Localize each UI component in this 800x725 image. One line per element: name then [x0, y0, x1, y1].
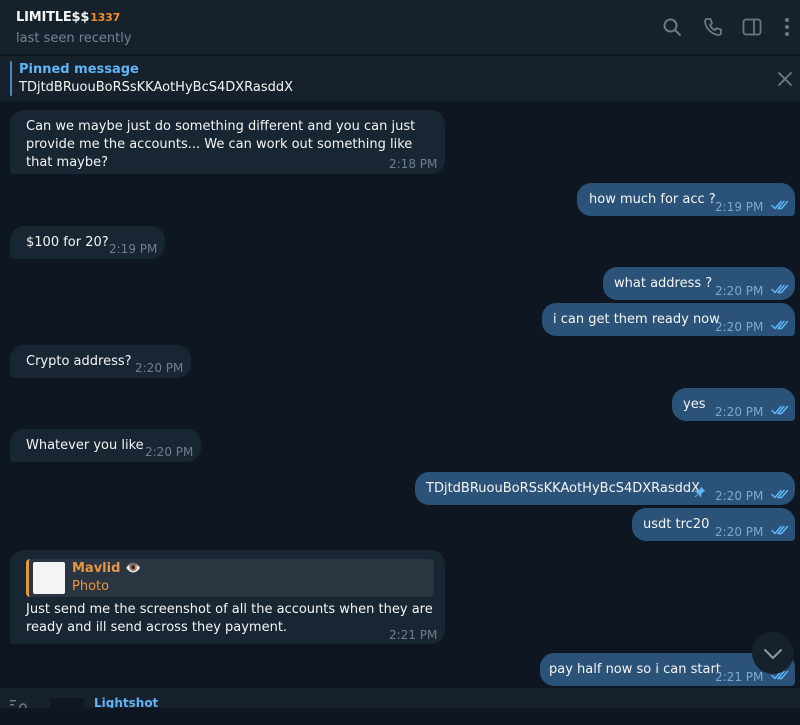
pin-icon [694, 486, 706, 498]
chat-title[interactable]: LIMITLE$$1337 [16, 10, 120, 25]
double-check-icon [771, 405, 789, 415]
message-text: i can get them ready now [553, 312, 720, 327]
double-check-icon [771, 284, 789, 294]
pinned-message-bar[interactable]: Pinned message TDjtdBRuouBoRSsKKAotHyBcS… [0, 56, 800, 102]
message-time: 2:19 PM [715, 200, 764, 214]
preview-thumbnail [50, 698, 84, 708]
call-icon[interactable] [702, 16, 724, 38]
message-time: 2:20 PM [715, 320, 764, 334]
pinned-text: TDjtdBRuouBoRSsKKAotHyBcS4DXRasddX [19, 80, 294, 95]
link-preview-icon[interactable] [10, 698, 32, 708]
message-text: Just send me the screenshot of all the a… [26, 602, 437, 635]
sidebar-icon[interactable] [741, 16, 763, 38]
message-time: 2:21 PM [389, 628, 438, 642]
message-text: yes [683, 397, 706, 412]
pinned-label: Pinned message [19, 62, 139, 77]
outgoing-message[interactable]: how much for acc ? 2:19 PM [577, 183, 795, 216]
message-text: $100 for 20? [26, 235, 109, 250]
outgoing-message[interactable]: TDjtdBRuouBoRSsKKAotHyBcS4DXRasddX 2:20 … [415, 472, 795, 505]
message-time: 2:19 PM [109, 242, 158, 256]
reply-sender-name: Mavlid 👁️ [72, 560, 141, 578]
outgoing-message[interactable]: yes 2:20 PM [672, 388, 795, 421]
chat-title-text: LIMITLE$$ [16, 10, 90, 25]
incoming-message[interactable]: Can we maybe just do something different… [10, 110, 445, 174]
outgoing-message[interactable]: usdt trc20 2:20 PM [632, 508, 795, 541]
more-icon[interactable] [776, 16, 798, 38]
outgoing-message[interactable]: i can get them ready now 2:20 PM [542, 303, 795, 336]
chevron-down-icon [764, 649, 782, 659]
message-time: 2:20 PM [715, 284, 764, 298]
message-time: 2:20 PM [145, 445, 194, 459]
reply-quote[interactable]: Mavlid 👁️ Photo [26, 559, 434, 597]
search-icon[interactable] [661, 16, 683, 38]
eye-emoji-icon: 👁️ [124, 561, 142, 576]
chat-status: last seen recently [16, 31, 132, 46]
incoming-message[interactable]: Crypto address? 2:20 PM [10, 345, 191, 378]
chat-title-badge: 1337 [90, 11, 121, 24]
message-text: Can we maybe just do something different… [26, 119, 420, 170]
message-text: usdt trc20 [643, 517, 710, 532]
incoming-message[interactable]: $100 for 20? 2:19 PM [10, 226, 165, 259]
close-icon[interactable] [777, 71, 793, 87]
reply-sender-text: Mavlid [72, 561, 121, 576]
message-time: 2:18 PM [389, 157, 438, 171]
bottom-bar: Lightshot [0, 688, 800, 708]
incoming-message[interactable]: Mavlid 👁️ Photo Just send me the screens… [10, 550, 445, 644]
message-text: what address ? [614, 276, 713, 291]
incoming-message[interactable]: Whatever you like 2:20 PM [10, 429, 201, 462]
message-text: Crypto address? [26, 354, 132, 369]
message-text: pay half now so i can start [549, 662, 721, 677]
double-check-icon [771, 489, 789, 499]
message-time: 2:20 PM [715, 525, 764, 539]
scroll-to-bottom-button[interactable] [752, 632, 794, 674]
outgoing-message[interactable]: what address ? 2:20 PM [603, 267, 795, 300]
chat-header: LIMITLE$$1337 last seen recently [0, 0, 800, 55]
reply-media-type: Photo [72, 579, 110, 594]
message-time: 2:20 PM [715, 405, 764, 419]
reply-thumbnail [33, 562, 65, 594]
double-check-icon [771, 320, 789, 330]
message-time: 2:20 PM [715, 489, 764, 503]
message-time: 2:20 PM [135, 361, 184, 375]
double-check-icon [771, 525, 789, 535]
pinned-accent-bar [10, 61, 12, 96]
message-text: how much for acc ? [589, 192, 716, 207]
message-text: Whatever you like [26, 438, 144, 453]
double-check-icon [771, 200, 789, 210]
link-preview-title[interactable]: Lightshot [94, 696, 158, 708]
message-text: TDjtdBRuouBoRSsKKAotHyBcS4DXRasddX [426, 481, 701, 496]
